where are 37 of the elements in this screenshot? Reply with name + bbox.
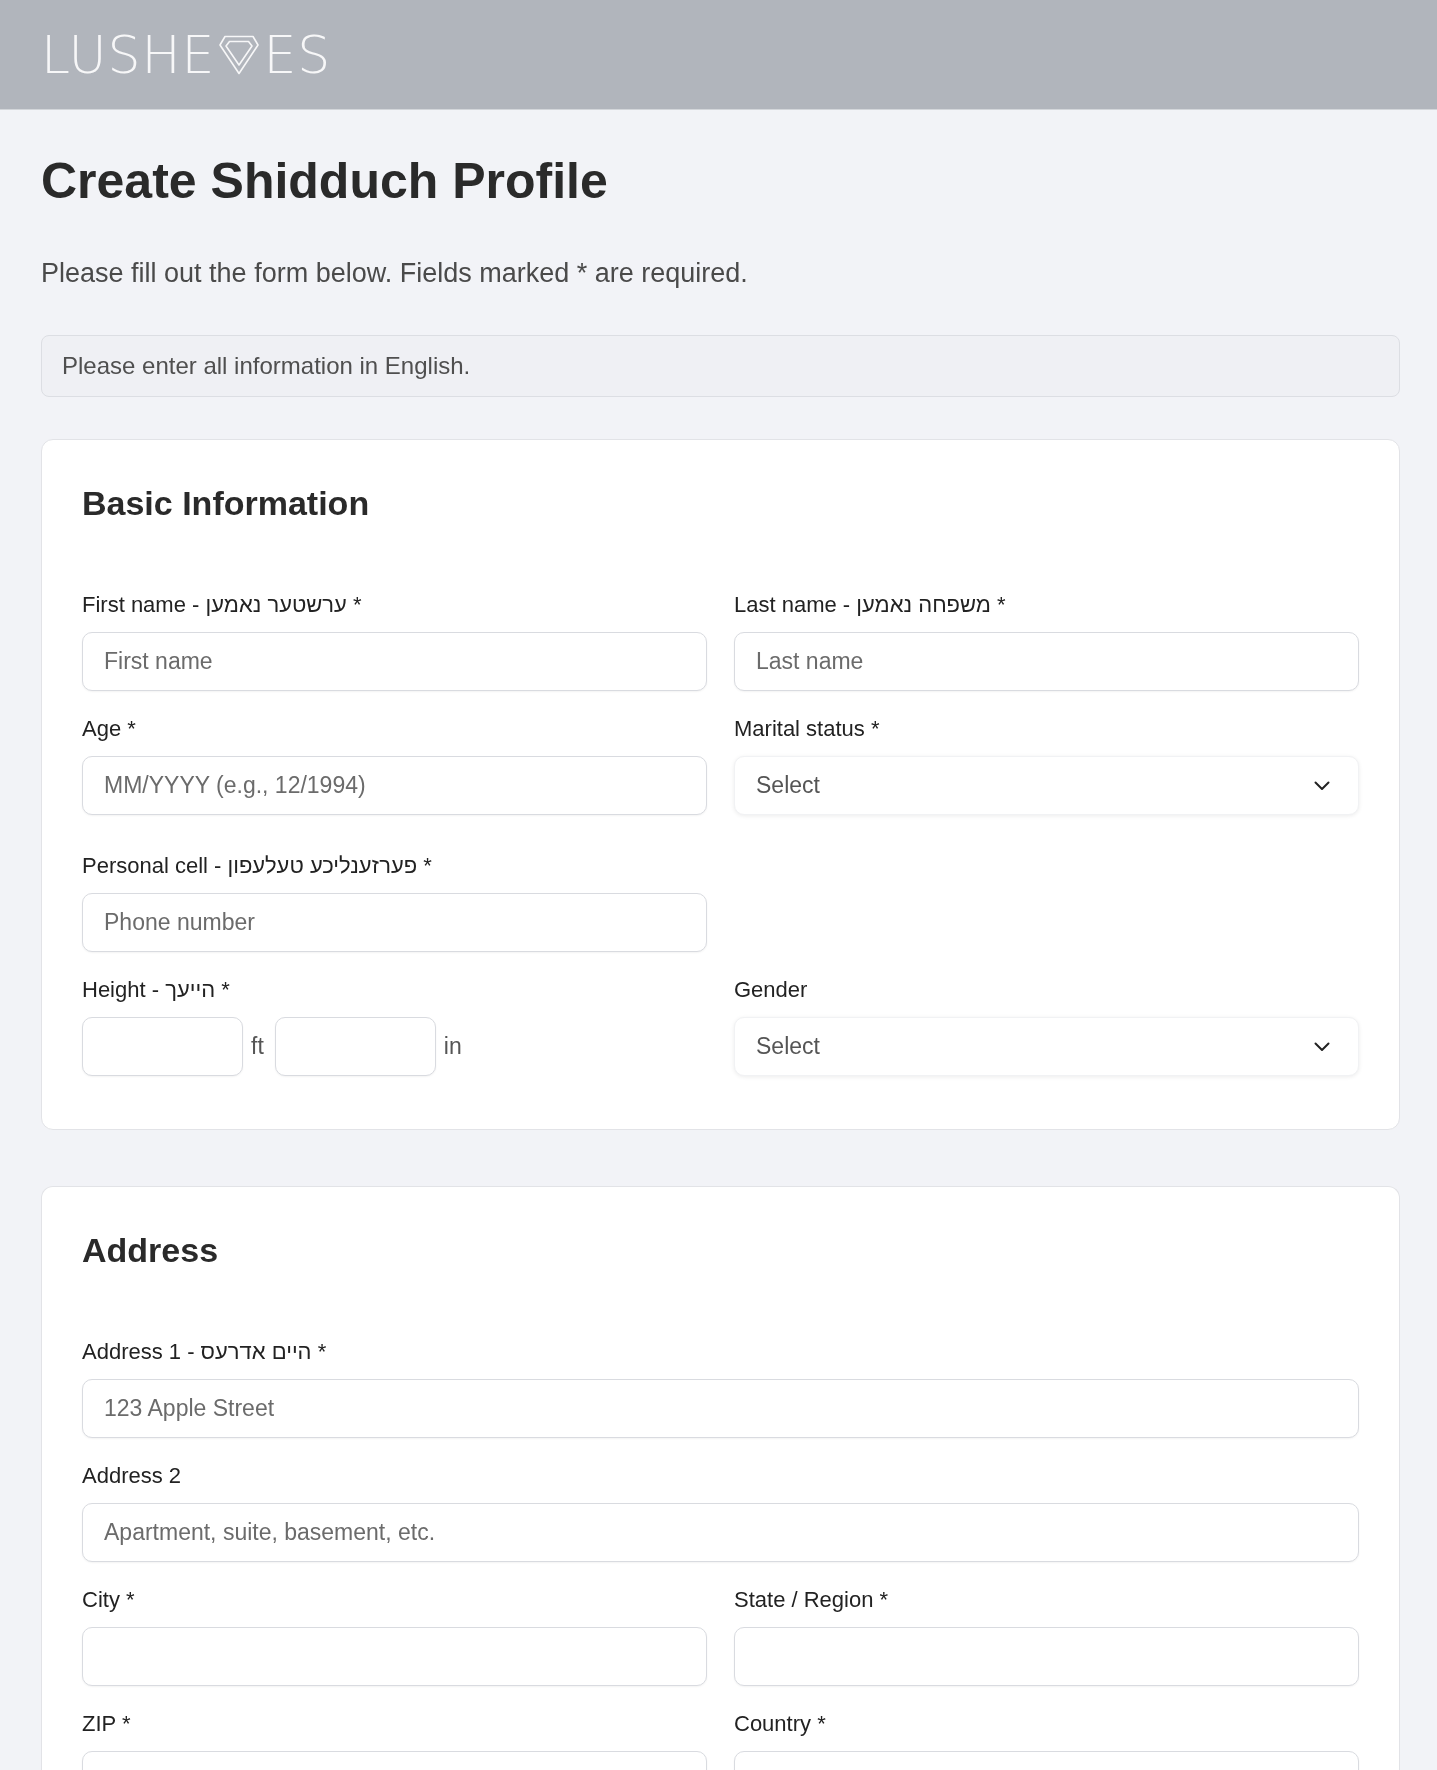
input-field[interactable] (82, 1017, 243, 1076)
field-label: Address 2 (82, 1463, 183, 1489)
field-label: Address 1 - היים אדרעס * (82, 1339, 328, 1365)
select-dropdown[interactable]: Select (734, 756, 1359, 815)
input-field[interactable]: MM/YYYY (e.g., 12/1994) (82, 756, 707, 815)
intro-text: Please fill out the form below. Fields marked * are required. (41, 257, 749, 290)
field-label: Age * (82, 716, 137, 742)
field-label: Last name - משפחה נאמען * (734, 592, 1007, 618)
field-label: City * (82, 1587, 136, 1613)
unit-label: ft (251, 1032, 264, 1062)
chevron-down-icon (1314, 1041, 1330, 1052)
field-label: First name - ערשטער נאמען * (82, 592, 363, 618)
logo-text: ES (263, 26, 332, 83)
input-field[interactable] (82, 1627, 707, 1686)
field-label: Marital status * (734, 716, 881, 742)
input-field[interactable]: 123 Apple Street (82, 1379, 1359, 1438)
section-heading: Basic Information (82, 483, 371, 523)
input-field[interactable] (274, 1017, 436, 1076)
input-field[interactable]: Last name (734, 632, 1359, 691)
input-field[interactable] (734, 1627, 1359, 1686)
chevron-down-icon (1314, 780, 1330, 791)
field-label: ZIP * (82, 1711, 132, 1737)
input-field[interactable]: Apartment, suite, basement, etc. (82, 1503, 1359, 1562)
section-heading: Address (82, 1230, 220, 1270)
field-label: State / Region * (734, 1587, 890, 1613)
info-notice: Please enter all information in English. (41, 335, 1400, 397)
field-label: Personal cell - פערזענליכע טעלעפון * (82, 853, 433, 879)
input-field[interactable]: First name (82, 632, 707, 691)
diamond-icon (219, 34, 260, 75)
unit-label: in (443, 1032, 462, 1062)
field-label: Country * (734, 1711, 827, 1737)
field-label: Gender (734, 977, 809, 1003)
page-title: Create Shidduch Profile (41, 153, 609, 209)
input-field[interactable]: Phone number (82, 893, 707, 952)
select-dropdown[interactable]: Select (734, 1017, 1359, 1076)
logo-text: LUSHE (41, 26, 216, 83)
field-label: Height - הייעך * (82, 977, 231, 1003)
